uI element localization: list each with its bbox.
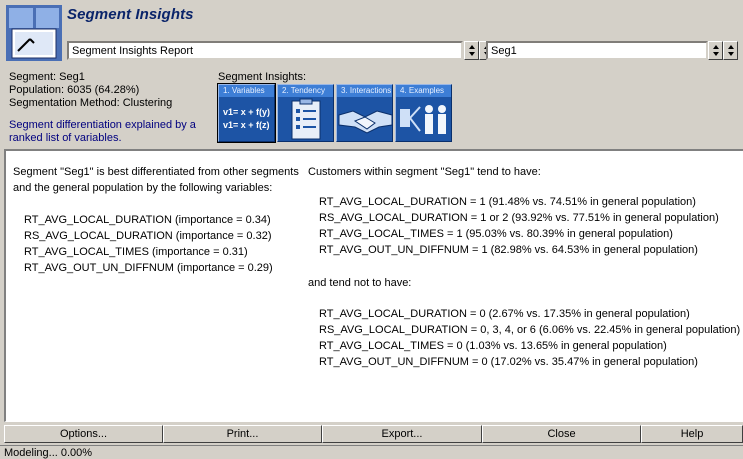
spin-arrows-icon [728,45,734,56]
print-button[interactable]: Print... [163,425,322,443]
interactions-button-label: 3. Interactions [337,85,392,97]
tend-not-to-have-item: RT_AVG_LOCAL_TIMES = 0 (1.03% vs. 13.65%… [319,340,667,352]
tendency-button-label: 2. Tendency [278,85,333,97]
left-intro-line-1: Segment "Seg1" is best differentiated fr… [13,166,299,178]
tend-not-to-have-item: RT_AVG_LOCAL_DURATION = 0 (2.67% vs. 17.… [319,308,690,320]
report-select[interactable]: Segment Insights Report [67,41,463,60]
segment-select[interactable]: Seg1 [486,41,708,60]
tendency-insight-button[interactable]: 2. Tendency [277,84,334,142]
segment-prev-button[interactable] [708,41,723,60]
status-bar-text: Modeling... 0.00% [4,447,93,459]
report-select-value: Segment Insights Report [72,45,194,57]
close-button[interactable]: Close [482,425,641,443]
variable-item: RT_AVG_LOCAL_DURATION (importance = 0.34… [24,214,271,226]
status-divider [0,445,743,446]
examples-insight-button[interactable]: 4. Examples [395,84,452,142]
report-prev-button[interactable] [464,41,479,60]
segment-name: Segment: Seg1 [9,71,85,83]
examples-button-label: 4. Examples [396,85,451,97]
segment-explanation: Segment differentiation explained by a r… [9,119,196,144]
segment-dropdown-button[interactable] [723,41,738,60]
formula-line-1: v1= x + f(y) [223,107,270,117]
tend-to-have-intro: Customers within segment "Seg1" tend to … [308,166,541,178]
tend-to-have-item: RT_AVG_LOCAL_TIMES = 1 (95.03% vs. 80.39… [319,228,673,240]
handshake-icon [337,97,392,141]
formula-line-2: v1= x + f(z) [223,120,270,130]
segment-insights-label: Segment Insights: [218,71,307,83]
formula-icon: v1= x + f(y) v1= x + f(z) [219,97,274,141]
app-title: Segment Insights [67,6,194,23]
insights-content-panel: Segment "Seg1" is best differentiated fr… [4,149,743,422]
tend-not-to-have-intro: and tend not to have: [308,277,412,289]
tend-to-have-item: RT_AVG_LOCAL_DURATION = 1 (91.48% vs. 74… [319,196,696,208]
variable-item: RT_AVG_LOCAL_TIMES (importance = 0.31) [24,246,248,258]
segment-select-spinner[interactable] [708,41,739,60]
left-intro-line-2: and the general population by the follow… [13,182,273,194]
help-button[interactable]: Help [641,425,743,443]
tend-not-to-have-item: RT_AVG_OUT_UN_DIFFNUM = 0 (17.02% vs. 35… [319,356,698,368]
clipboard-icon [278,97,333,141]
variable-item: RS_AVG_LOCAL_DURATION (importance = 0.32… [24,230,272,242]
spin-arrows-icon [469,45,475,56]
export-button[interactable]: Export... [322,425,482,443]
segment-select-value: Seg1 [491,45,517,57]
tend-to-have-item: RT_AVG_OUT_UN_DIFFNUM = 1 (82.98% vs. 64… [319,244,698,256]
segment-insights-app-icon [6,5,62,61]
tend-to-have-item: RS_AVG_LOCAL_DURATION = 1 or 2 (93.92% v… [319,212,719,224]
interactions-insight-button[interactable]: 3. Interactions [336,84,393,142]
variables-insight-button[interactable]: 1. Variables v1= x + f(y) v1= x + f(z) [217,83,276,143]
tend-not-to-have-item: RS_AVG_LOCAL_DURATION = 0, 3, 4, or 6 (6… [319,324,741,336]
options-button[interactable]: Options... [4,425,163,443]
segment-population: Population: 6035 (64.28%) [9,84,140,96]
segmentation-method: Segmentation Method: Clustering [9,97,173,109]
variable-item: RT_AVG_OUT_UN_DIFFNUM (importance = 0.29… [24,262,273,274]
variables-button-label: 1. Variables [219,85,274,97]
spin-arrows-icon [713,45,719,56]
people-icon [396,97,451,141]
